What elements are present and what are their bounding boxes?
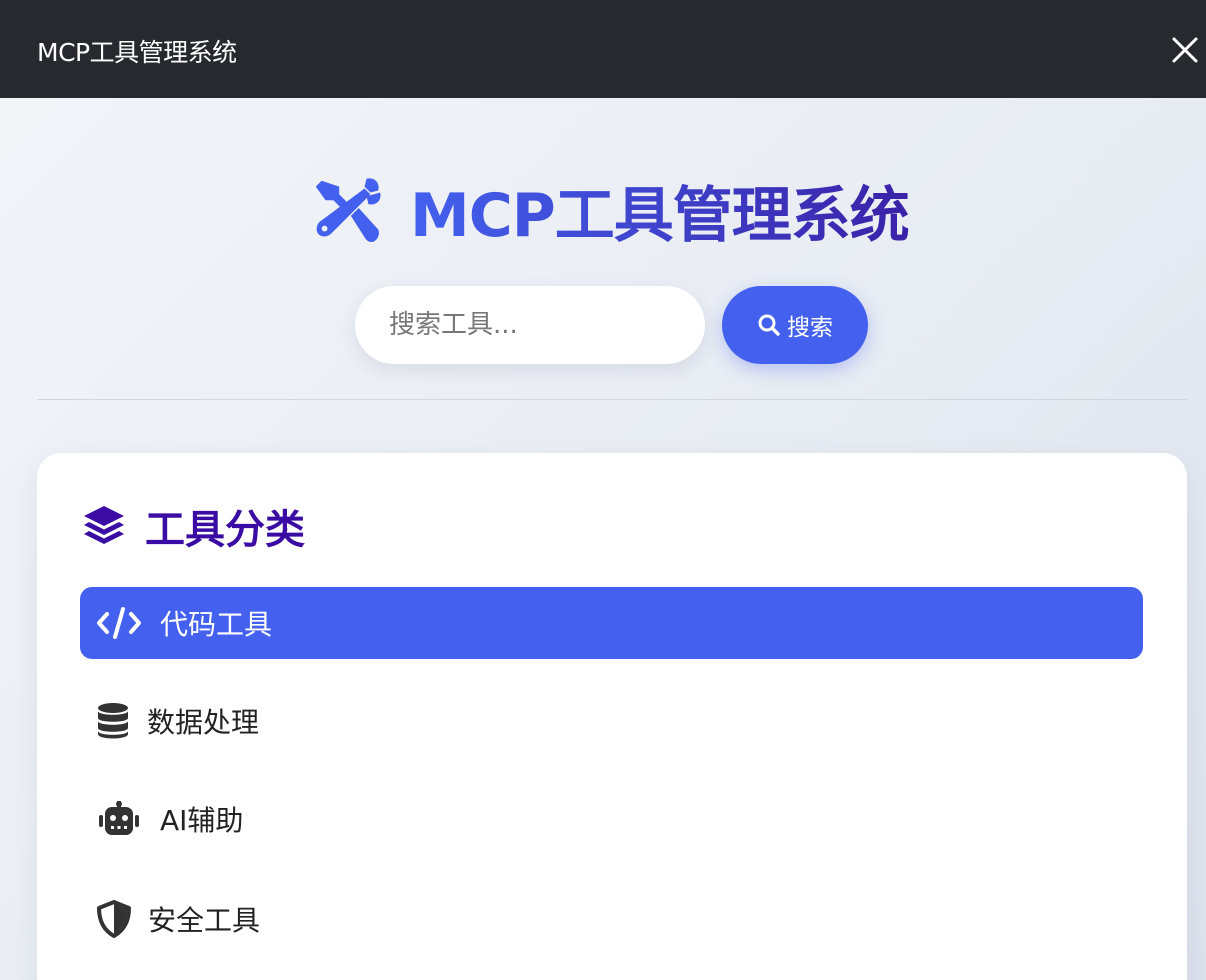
- robot-icon: [96, 801, 142, 837]
- category-item-data[interactable]: 数据处理: [80, 685, 1143, 757]
- category-heading-text: 工具分类: [145, 507, 305, 553]
- tools-icon: [315, 178, 381, 242]
- window-title: MCP工具管理系统: [37, 38, 237, 67]
- code-icon: [96, 605, 142, 641]
- category-heading: 工具分类: [81, 501, 305, 553]
- page-title: MCP工具管理系统: [308, 170, 910, 251]
- category-item-code[interactable]: 代码工具: [80, 587, 1143, 659]
- category-item-label: 代码工具: [160, 608, 273, 641]
- close-icon: [1172, 37, 1198, 63]
- page-title-text: MCP工具管理系统: [410, 167, 910, 254]
- search-input[interactable]: [355, 286, 705, 364]
- category-item-ai[interactable]: AI辅助: [80, 783, 1143, 855]
- shield-icon: [96, 900, 132, 938]
- category-item-security[interactable]: 安全工具: [80, 883, 1143, 955]
- layers-icon: [84, 506, 124, 544]
- category-item-label: 安全工具: [148, 904, 261, 937]
- category-item-label: 数据处理: [147, 706, 260, 739]
- search-button-label: 搜索: [787, 315, 833, 341]
- database-icon: [96, 702, 130, 740]
- search-button[interactable]: 搜索: [722, 286, 868, 364]
- divider: [37, 399, 1187, 400]
- category-panel: 工具分类 代码工具 数据处理 AI辅助 安全工具: [37, 453, 1187, 980]
- category-item-label: AI辅助: [160, 804, 244, 837]
- window-close-button[interactable]: [1166, 26, 1206, 72]
- window-titlebar: MCP工具管理系统: [0, 0, 1206, 98]
- search-icon: [758, 314, 780, 336]
